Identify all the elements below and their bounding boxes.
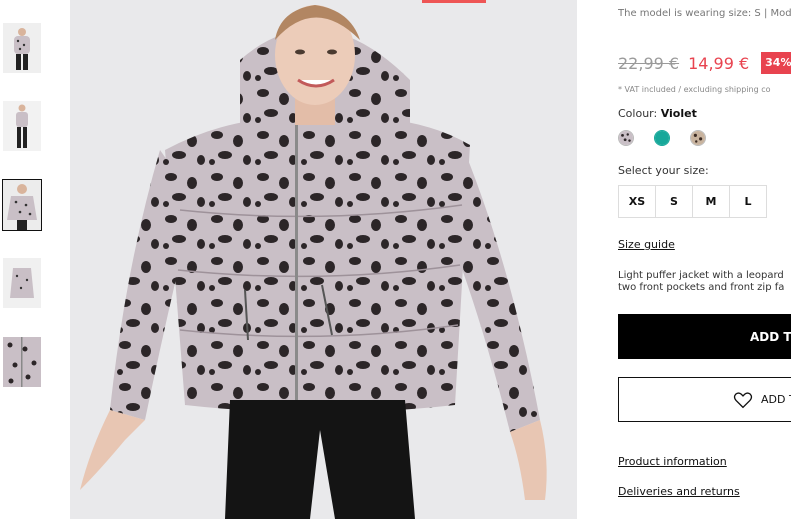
size-m-button[interactable]: M — [692, 185, 730, 218]
thumbnail-full-body[interactable] — [3, 101, 41, 151]
size-selector: XS S M L — [618, 185, 767, 218]
product-information-link[interactable]: Product information — [618, 455, 727, 468]
size-s-button[interactable]: S — [655, 185, 693, 218]
description-line-2: two front pockets and front zip fa — [618, 282, 785, 293]
colour-label: Colour: Violet — [618, 107, 697, 120]
image-top-tag — [422, 0, 486, 3]
swatch-teal[interactable] — [654, 130, 670, 146]
size-label: Select your size: — [618, 164, 709, 177]
colour-label-text: Colour: — [618, 107, 658, 120]
deliveries-returns-link[interactable]: Deliveries and returns — [618, 485, 740, 498]
swatch-beige-leopard[interactable] — [690, 130, 706, 146]
size-xs-button[interactable]: XS — [618, 185, 656, 218]
add-to-wishlist-label: ADD T — [761, 393, 791, 406]
vat-note: * VAT included / excluding shipping co — [618, 85, 771, 94]
discount-badge: 34% — [761, 52, 791, 74]
original-price: 22,99 € — [618, 53, 680, 73]
price-row: 22,99 € 14,99 € 34% — [618, 52, 791, 74]
colour-value: Violet — [660, 107, 697, 120]
add-to-cart-label: ADD TO — [750, 329, 791, 344]
add-to-wishlist-button[interactable]: ADD T — [618, 377, 791, 422]
thumbnail-jacket-only[interactable] — [3, 258, 41, 308]
product-info-panel: The model is wearing size: S | Mod 22,99… — [618, 0, 791, 519]
main-product-image[interactable] — [70, 0, 577, 519]
heart-icon — [733, 391, 753, 408]
sale-price: 14,99 € — [688, 53, 750, 73]
description-line-1: Light puffer jacket with a leopard — [618, 270, 784, 281]
size-guide-link[interactable]: Size guide — [618, 238, 675, 251]
colour-swatches — [618, 130, 726, 146]
swatch-leopard-violet[interactable] — [618, 130, 634, 146]
size-l-button[interactable]: L — [729, 185, 767, 218]
product-description: Light puffer jacket with a leopard two f… — [618, 270, 791, 294]
thumbnail-pose-selected[interactable] — [2, 179, 42, 231]
thumbnail-front[interactable] — [3, 23, 41, 73]
model-size-note: The model is wearing size: S | Mod — [618, 8, 791, 19]
thumbnail-list — [0, 0, 50, 519]
add-to-cart-button[interactable]: ADD TO — [618, 314, 791, 359]
thumbnail-fabric-detail[interactable] — [3, 337, 41, 387]
product-page: The model is wearing size: S | Mod 22,99… — [0, 0, 791, 519]
